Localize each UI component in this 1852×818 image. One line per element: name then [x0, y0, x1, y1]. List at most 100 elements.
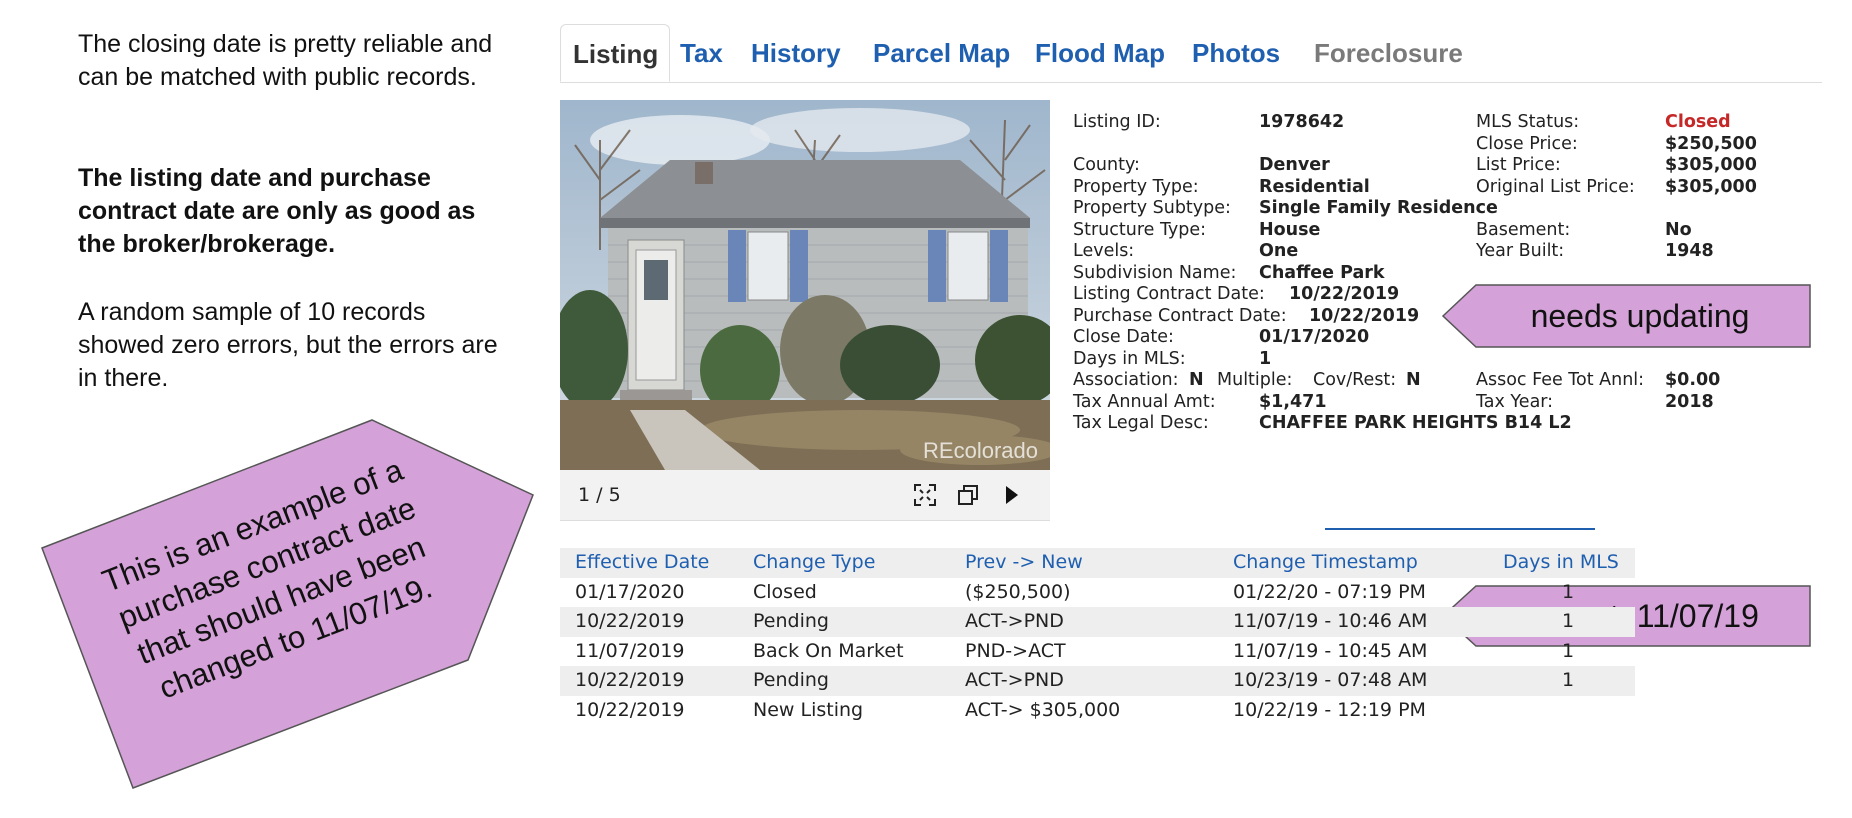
cell-prev-new: PND->ACT [965, 639, 1066, 662]
value-tax-legal-desc: CHAFFEE PARK HEIGHTS B14 L2 [1259, 413, 1572, 433]
value-property-subtype: Single Family Residence [1259, 198, 1498, 218]
cell-prev-new: ACT-> $305,000 [965, 698, 1121, 721]
cell-change-type: Pending [753, 610, 829, 632]
example-callout: This is an example of a purchase contrac… [41, 419, 534, 789]
header-change-type[interactable]: Change Type [753, 548, 875, 578]
cell-change-type: Pending [753, 669, 829, 691]
watermark-text: REcolorado [923, 438, 1038, 463]
value-close-date: 01/17/2020 [1259, 327, 1370, 347]
value-days-in-mls: 1 [1259, 348, 1272, 369]
next-arrow-icon[interactable] [996, 480, 1026, 510]
label-property-subtype: Property Subtype: [1073, 198, 1231, 218]
label-list-price: List Price: [1476, 155, 1561, 175]
value-subdivision: Chaffee Park [1259, 262, 1385, 283]
tab-flood-map[interactable]: Flood Map [1035, 24, 1165, 82]
tab-foreclosure[interactable]: Foreclosure [1314, 24, 1463, 82]
tab-listing[interactable]: Listing [560, 24, 670, 82]
fullscreen-icon[interactable] [910, 480, 940, 510]
cell-prev-new: ACT->PND [965, 669, 1064, 691]
value-listing-id: 1978642 [1259, 112, 1345, 132]
changes-table: Effective Date Change Type Prev -> New C… [560, 548, 1635, 725]
needs-updating-text: needs updating [1531, 298, 1750, 334]
value-purchase-contract-date: 10/22/2019 [1309, 305, 1420, 326]
header-effective-date[interactable]: Effective Date [575, 548, 709, 578]
value-basement: No [1665, 219, 1692, 240]
value-structure-type: House [1259, 219, 1321, 240]
cell-change-timestamp: 10/22/19 - 12:19 PM [1233, 698, 1426, 721]
label-property-type: Property Type: [1073, 176, 1199, 197]
value-close-price: $250,500 [1665, 133, 1757, 154]
cell-effective-date: 10/22/2019 [575, 698, 685, 721]
table-row: 11/07/2019 Back On Market PND->ACT 11/07… [560, 637, 1635, 667]
label-basement: Basement: [1476, 219, 1571, 240]
value-property-type: Residential [1259, 176, 1370, 197]
cell-change-type: New Listing [753, 698, 864, 721]
label-tax-annual-amt: Tax Annual Amt: [1073, 391, 1216, 412]
cell-change-type: Back On Market [753, 639, 904, 662]
note-random-sample: A random sample of 10 records showed zer… [78, 298, 498, 392]
cell-change-type: Closed [753, 580, 817, 603]
house-photo-image [560, 100, 1050, 470]
tab-tax[interactable]: Tax [680, 24, 723, 82]
label-original-list-price: Original List Price: [1476, 176, 1635, 197]
label-levels: Levels: [1073, 241, 1135, 261]
label-listing-contract-date: Listing Contract Date: [1073, 284, 1265, 304]
label-close-price: Close Price: [1476, 133, 1578, 154]
label-days-in-mls: Days in MLS: [1073, 348, 1186, 369]
cell-days-in-mls: 1 [1562, 580, 1575, 603]
label-purchase-contract-date: Purchase Contract Date: [1073, 305, 1287, 326]
cell-change-timestamp: 10/23/19 - 07:48 AM [1233, 669, 1428, 691]
label-tax-legal-desc: Tax Legal Desc: [1073, 413, 1209, 433]
table-row: 01/17/2020 Closed ($250,500) 01/22/20 - … [560, 578, 1635, 608]
value-levels: One [1259, 241, 1299, 261]
tab-bar: Listing Tax History Parcel Map Flood Map… [560, 24, 1822, 83]
value-tax-annual-amt: $1,471 [1259, 391, 1327, 412]
value-mls-status: Closed [1665, 112, 1731, 132]
cell-effective-date: 10/22/2019 [575, 669, 685, 691]
popout-icon[interactable] [953, 480, 983, 510]
table-row: 10/22/2019 Pending ACT->PND 10/23/19 - 0… [560, 666, 1635, 696]
section-underline [1325, 528, 1595, 530]
label-multiple: Multiple: [1217, 370, 1293, 390]
label-structure-type: Structure Type: [1073, 219, 1207, 240]
table-header-row: Effective Date Change Type Prev -> New C… [560, 548, 1635, 578]
value-cov-rest: N [1406, 370, 1421, 390]
value-association: N [1189, 370, 1204, 390]
cell-prev-new: ($250,500) [965, 580, 1071, 603]
cell-days-in-mls: 1 [1562, 610, 1575, 632]
cell-change-timestamp: 01/22/20 - 07:19 PM [1233, 580, 1426, 603]
cell-days-in-mls: 1 [1562, 669, 1575, 691]
value-original-list-price: $305,000 [1665, 176, 1757, 197]
needs-updating-callout: needs updating [1442, 284, 1811, 348]
cell-prev-new: ACT->PND [965, 610, 1064, 632]
cell-change-timestamp: 11/07/19 - 10:45 AM [1233, 639, 1428, 662]
table-row: 10/22/2019 Pending ACT->PND 11/07/19 - 1… [560, 607, 1635, 637]
cell-days-in-mls: 1 [1562, 639, 1575, 662]
cell-change-timestamp: 11/07/19 - 10:46 AM [1233, 610, 1428, 632]
label-mls-status: MLS Status: [1476, 112, 1580, 132]
value-list-price: $305,000 [1665, 155, 1757, 175]
cell-effective-date: 10/22/2019 [575, 610, 685, 632]
label-year-built: Year Built: [1476, 241, 1565, 261]
value-listing-contract-date: 10/22/2019 [1289, 284, 1400, 304]
photo-counter: 1 / 5 [578, 484, 621, 506]
value-county: Denver [1259, 155, 1330, 175]
value-tax-year: 2018 [1665, 391, 1714, 412]
note-listing-date: The listing date and purchase contract d… [78, 164, 476, 258]
label-listing-id: Listing ID: [1073, 112, 1161, 132]
header-change-timestamp[interactable]: Change Timestamp [1233, 548, 1418, 578]
cell-effective-date: 11/07/2019 [575, 639, 685, 662]
tab-parcel-map[interactable]: Parcel Map [873, 24, 1010, 82]
tab-photos[interactable]: Photos [1192, 24, 1280, 82]
label-tax-year: Tax Year: [1476, 391, 1554, 412]
label-county: County: [1073, 155, 1140, 175]
header-prev-new[interactable]: Prev -> New [965, 548, 1083, 578]
label-cov-rest: Cov/Rest: [1313, 370, 1397, 390]
header-days-in-mls[interactable]: Days in MLS [1503, 548, 1619, 578]
table-row: 10/22/2019 New Listing ACT-> $305,000 10… [560, 696, 1635, 726]
label-subdivision: Subdivision Name: [1073, 262, 1237, 283]
label-assoc-fee: Assoc Fee Tot Annl: [1476, 370, 1645, 390]
tab-history[interactable]: History [751, 24, 841, 82]
listing-photo[interactable]: REcolorado [560, 100, 1050, 470]
value-year-built: 1948 [1665, 241, 1714, 261]
